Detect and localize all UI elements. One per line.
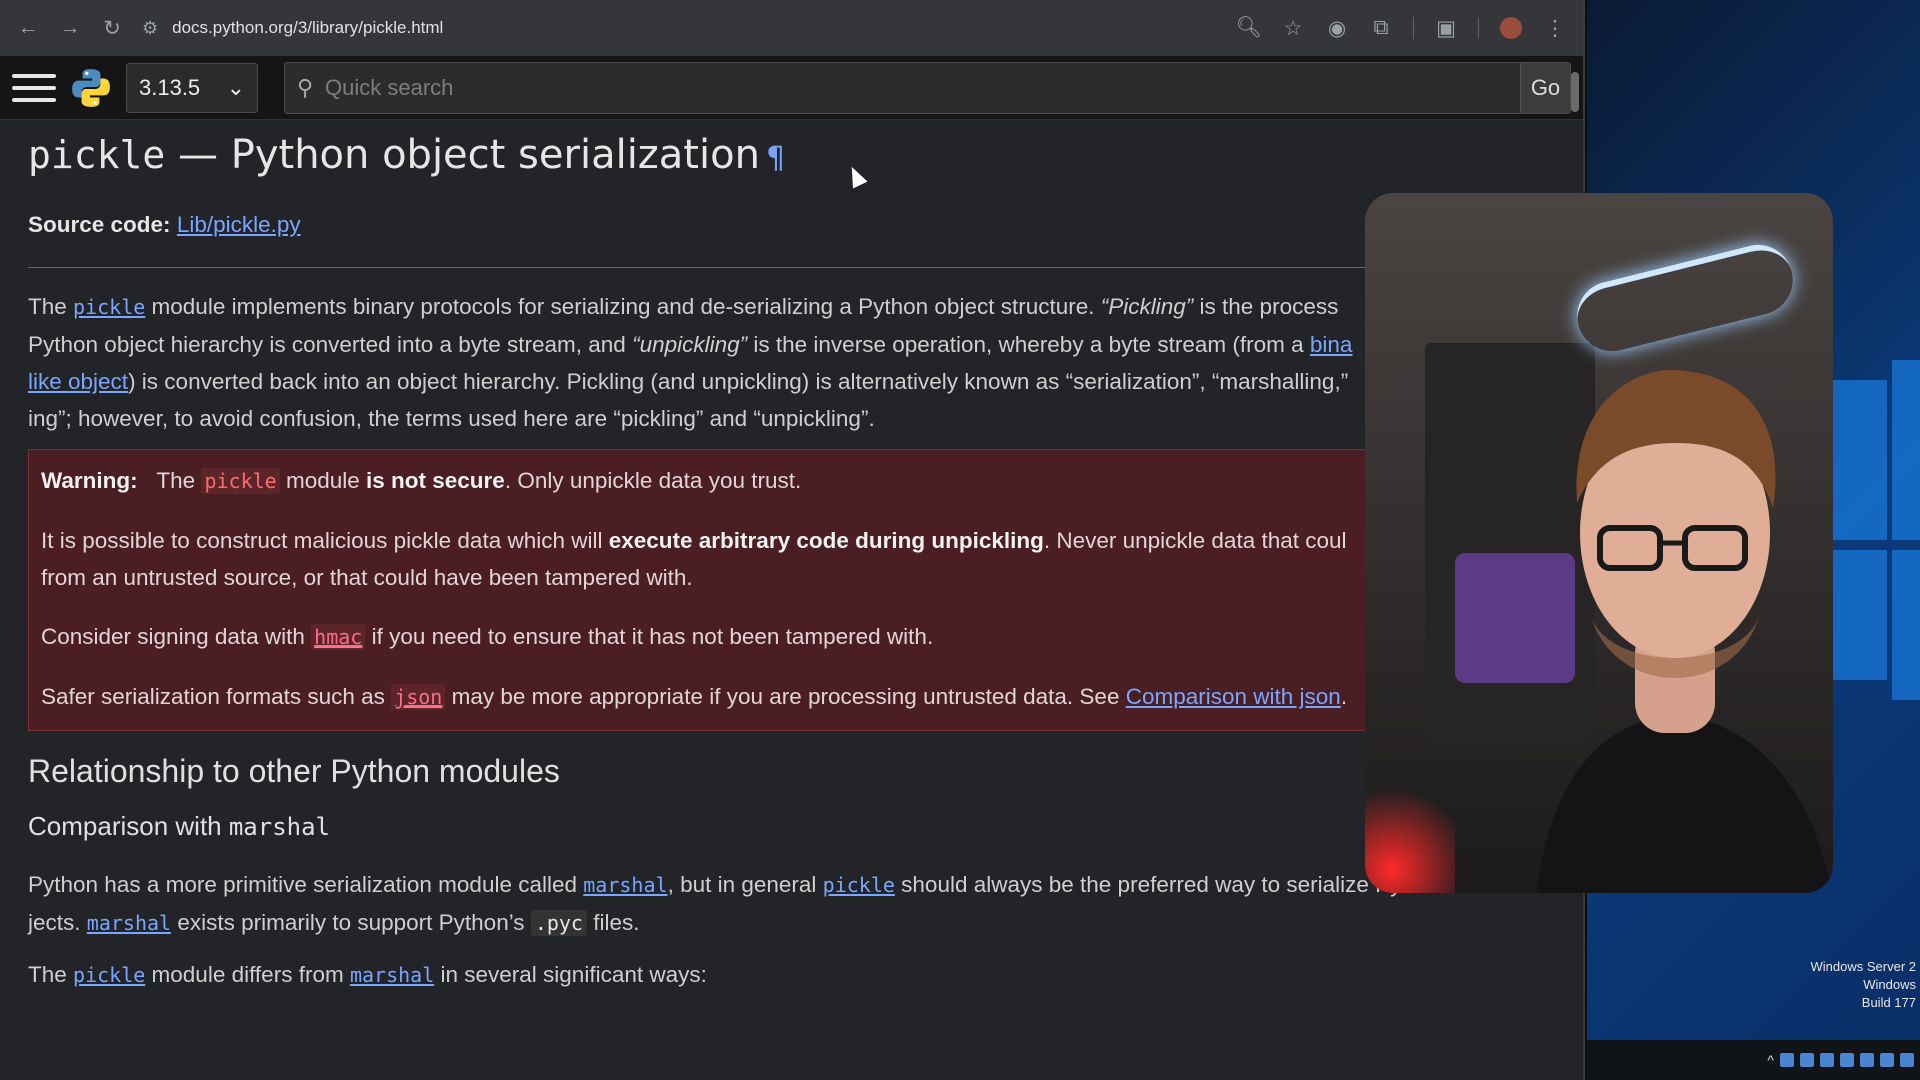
tray-icon[interactable] xyxy=(1840,1053,1854,1067)
python-logo[interactable] xyxy=(70,67,112,109)
webcam-overlay xyxy=(1365,193,1833,893)
address-bar[interactable]: ⚙ docs.python.org/3/library/pickle.html xyxy=(136,8,1225,48)
site-info-icon[interactable]: ⚙ xyxy=(142,18,158,39)
windows-logo-pane xyxy=(1892,360,1920,540)
marshal-link[interactable]: marshal xyxy=(583,872,667,897)
source-code-link[interactable]: Lib/pickle.py xyxy=(177,212,301,237)
browser-toolbar: ← → ↻ ⚙ docs.python.org/3/library/pickle… xyxy=(0,0,1583,56)
section-heading: Relationship to other Python modules xyxy=(28,753,560,789)
screen: ← → ↻ ⚙ docs.python.org/3/library/pickle… xyxy=(0,0,1920,1080)
reload-icon[interactable]: ↻ xyxy=(94,10,130,46)
page-title: pickle — Python object serialization ¶ xyxy=(28,132,786,178)
binary-file-link[interactable]: bina xyxy=(1310,332,1353,357)
tray-icon[interactable] xyxy=(1880,1053,1894,1067)
windows-watermark: Windows Server 2 Windows Build 177 xyxy=(1810,959,1916,1010)
scrollbar[interactable] xyxy=(1571,72,1579,112)
version-value: 3.13.5 xyxy=(139,74,201,100)
extension-icon[interactable]: ◉ xyxy=(1319,10,1355,46)
tray-icon[interactable] xyxy=(1860,1053,1874,1067)
doc-content: pickle — Python object serialization ¶ So… xyxy=(28,130,1583,1006)
json-link[interactable]: json xyxy=(391,684,446,710)
permalink-icon[interactable]: ¶ xyxy=(766,141,785,176)
quick-search: ⚲ Go xyxy=(284,61,1571,114)
forward-icon[interactable]: → xyxy=(52,10,88,46)
marshal-paragraph: Python has a more primitive serializatio… xyxy=(28,872,1484,936)
divider xyxy=(28,267,1368,268)
comparison-with-json-link[interactable]: Comparison with json xyxy=(1126,684,1341,709)
version-select[interactable]: 3.13.5 ⌄ xyxy=(126,62,258,113)
presenter-video xyxy=(1536,370,1832,893)
profile-avatar[interactable] xyxy=(1493,10,1529,46)
menu-kebab-icon[interactable]: ⋮ xyxy=(1537,10,1573,46)
go-button[interactable]: Go xyxy=(1520,62,1570,113)
puzzle-extensions-icon[interactable]: ⧉ xyxy=(1363,10,1399,46)
toolbar-divider xyxy=(1478,17,1479,39)
tray-icon[interactable] xyxy=(1900,1053,1914,1067)
back-icon[interactable]: ← xyxy=(10,10,46,46)
docs-header: 3.13.5 ⌄ ⚲ Go xyxy=(0,56,1583,120)
windows-logo-pane xyxy=(1827,380,1887,540)
toolbar-divider xyxy=(1413,17,1414,39)
source-code-label: Source code: xyxy=(28,212,171,237)
hmac-link[interactable]: hmac xyxy=(311,624,366,650)
hamburger-menu-icon[interactable] xyxy=(12,68,56,108)
tray-icon[interactable] xyxy=(1820,1053,1834,1067)
like-object-link[interactable]: like object xyxy=(28,369,128,394)
pickle-link[interactable]: pickle xyxy=(823,872,895,897)
search-input[interactable] xyxy=(325,62,1520,113)
zoom-icon[interactable]: 🔍︎ xyxy=(1231,10,1267,46)
windows-logo-pane xyxy=(1892,550,1920,700)
subsection-heading: Comparison with marshal xyxy=(28,811,331,841)
url-text: docs.python.org/3/library/pickle.html xyxy=(172,18,444,37)
bookmark-star-icon[interactable]: ☆ xyxy=(1275,10,1311,46)
chevron-down-icon: ⌄ xyxy=(226,74,245,100)
search-icon: ⚲ xyxy=(296,74,314,100)
split-view-icon[interactable]: ▣ xyxy=(1428,10,1464,46)
pickle-link[interactable]: pickle xyxy=(73,962,145,987)
intro-paragraph: The pickle module implements binary prot… xyxy=(28,294,1353,431)
warning-box: Warning: The pickle module is not secure… xyxy=(28,449,1583,731)
warning-label: Warning: xyxy=(41,468,138,493)
tray-icon[interactable] xyxy=(1800,1053,1814,1067)
pickle-link[interactable]: pickle xyxy=(73,294,145,319)
tray-icon[interactable] xyxy=(1780,1053,1794,1067)
tray-chevron-icon[interactable]: ^ xyxy=(1767,1052,1774,1068)
marshal-link[interactable]: marshal xyxy=(87,910,171,935)
browser-window: ← → ↻ ⚙ docs.python.org/3/library/pickle… xyxy=(0,0,1585,1080)
differences-paragraph: The pickle module differs from marshal i… xyxy=(28,962,707,987)
marshal-link[interactable]: marshal xyxy=(350,962,434,987)
windows-logo-pane xyxy=(1827,550,1887,680)
taskbar: ^ xyxy=(1587,1040,1920,1080)
